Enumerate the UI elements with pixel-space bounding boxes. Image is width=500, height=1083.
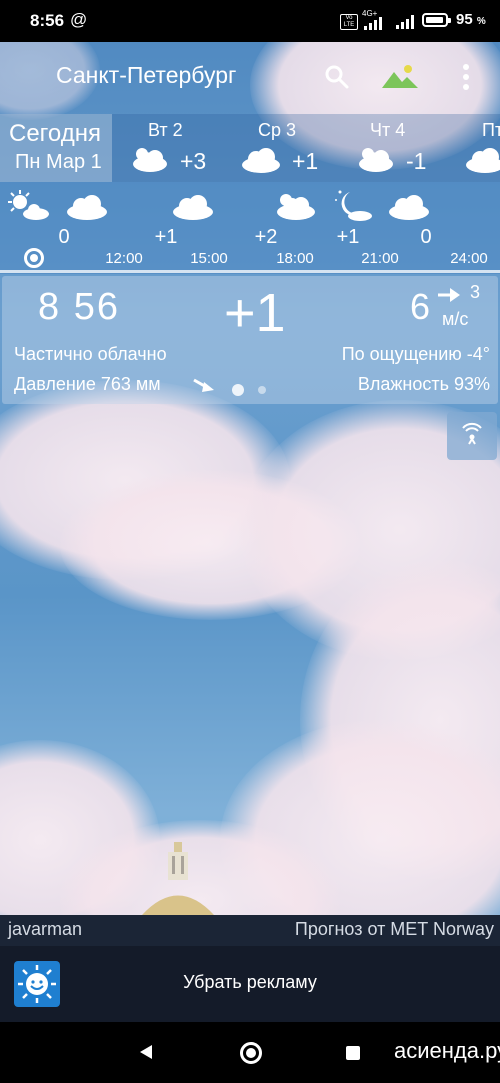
status-time: 8:56 [30, 11, 65, 30]
today-label: Сегодня [9, 120, 101, 147]
page-indicator-active [232, 384, 244, 396]
hourly-temp: 0 [420, 226, 432, 248]
current-time: 8 56 [38, 286, 120, 328]
back-icon[interactable] [136, 1042, 156, 1062]
tab-day-thursday[interactable]: Чт 4 -1 [350, 114, 460, 182]
wind-value: 6 [410, 286, 431, 327]
pressure-trend-icon [193, 378, 214, 392]
day-temp: +1 [292, 148, 319, 174]
hourly-temp: +1 [336, 226, 360, 248]
hourly-temp: +2 [254, 226, 278, 248]
more-vert-icon[interactable] [454, 62, 478, 92]
photo-author[interactable]: javarman [8, 919, 82, 940]
cloud-icon [242, 148, 280, 173]
current-time-marker [24, 248, 44, 268]
days-row: Сегодня Пн Мар 1 Вт 2 +3 Ср 3 +1 Чт 4 -1… [0, 114, 500, 182]
current-weather-card[interactable]: 8 56 +1 6 3 м/с Частично облачно По ощущ… [2, 276, 498, 404]
day-name: Пт [482, 120, 500, 140]
sun-cloud-icon [8, 190, 49, 220]
humidity-text: Влажность 93% [357, 374, 490, 394]
tab-today[interactable]: Сегодня Пн Мар 1 [0, 114, 112, 182]
today-date: Пн Мар 1 [15, 151, 102, 173]
remove-ads-bar[interactable]: Убрать рекламу [0, 946, 500, 1022]
status-bar: 8:56 @ Vo LTE 4G+ 95 % [0, 0, 500, 42]
page-indicator [258, 386, 266, 394]
cloud-icon [67, 195, 107, 220]
remove-ads-label: Убрать рекламу [183, 972, 317, 992]
feels-like-text: По ощущению -4° [341, 344, 490, 364]
moon-cloud-icon [335, 190, 372, 221]
volte-icon: Vo LTE [340, 14, 358, 30]
current-temperature: +1 [224, 283, 286, 343]
hourly-time: 24:00 [450, 250, 488, 267]
search-icon[interactable] [322, 62, 352, 92]
hourly-forecast[interactable]: 0 +1 +2 +1 0 12:00 15:00 18:00 21:00 24:… [0, 182, 500, 274]
pressure-text: Давление 763 мм [14, 374, 161, 394]
credits-bar: javarman Прогноз от MET Norway [0, 915, 500, 946]
watermark-text: асиенда.ру [394, 1038, 500, 1063]
timeline-bar [0, 270, 500, 273]
hourly-time: 18:00 [276, 250, 314, 267]
day-name: Ср 3 [258, 120, 297, 140]
hourly-temp: +1 [154, 226, 178, 248]
tab-day-wednesday[interactable]: Ср 3 +1 [236, 114, 346, 182]
app-bar: Санкт-Петербург [0, 42, 500, 112]
day-name: Чт 4 [370, 120, 406, 140]
tab-day-tuesday[interactable]: Вт 2 +3 [120, 114, 230, 182]
cloud-icon [466, 148, 500, 173]
condition-text: Частично облачно [14, 344, 167, 364]
hourly-temp: 0 [58, 226, 70, 248]
battery-icon [422, 13, 451, 27]
radar-icon [462, 422, 482, 445]
sun-cloud-icon [277, 194, 315, 220]
wind-speed: 3 [470, 282, 481, 302]
battery-percent: 95 % [456, 11, 486, 28]
cathedral-dome-image [142, 842, 214, 915]
landscape-image-icon[interactable] [380, 62, 420, 92]
cloud-icon [173, 195, 213, 220]
cloud-icon [389, 195, 429, 220]
signal-2-icon [396, 14, 414, 29]
city-title[interactable]: Санкт-Петербург [56, 62, 236, 89]
cloud-sun-icon [133, 148, 167, 172]
hourly-time: 12:00 [105, 250, 143, 267]
recents-icon[interactable] [346, 1046, 360, 1060]
tab-day-friday[interactable]: Пт [460, 114, 500, 182]
wind-unit: м/с [442, 309, 469, 329]
signal-icon [362, 16, 390, 30]
at-icon: @ [70, 10, 88, 29]
system-nav-bar: асиенда.ру [0, 1022, 500, 1083]
day-name: Вт 2 [148, 120, 183, 140]
hourly-time: 15:00 [190, 250, 228, 267]
home-icon[interactable] [240, 1042, 262, 1064]
day-temp: -1 [406, 148, 427, 174]
cloud-sun-icon [359, 148, 393, 172]
radar-button[interactable] [447, 412, 497, 460]
forecast-source[interactable]: Прогноз от MET Norway [295, 919, 494, 940]
day-temp: +3 [180, 148, 207, 174]
wind-direction-icon [438, 288, 460, 302]
hourly-time: 21:00 [361, 250, 399, 267]
